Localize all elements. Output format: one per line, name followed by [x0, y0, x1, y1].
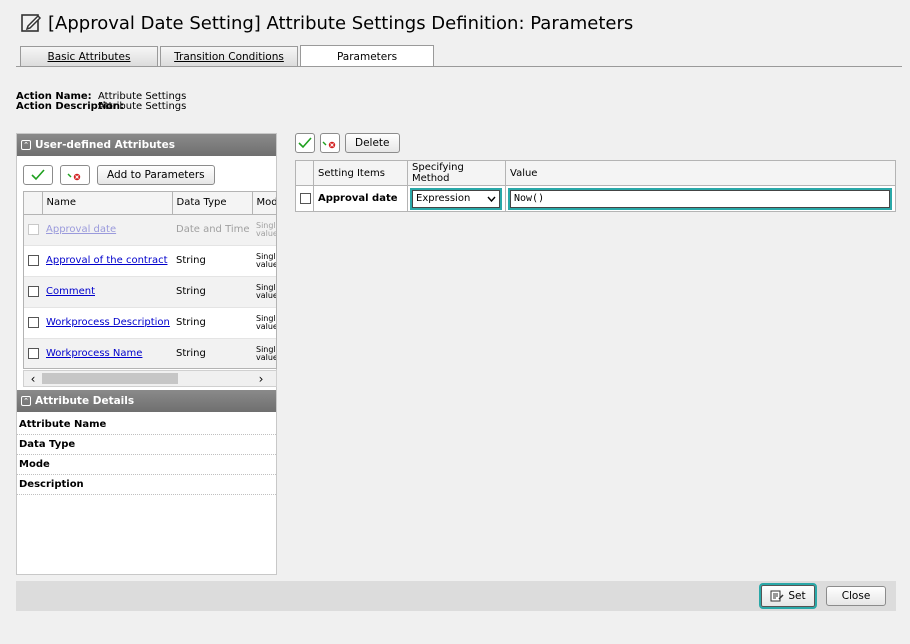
- action-description-value: Attribute Settings: [98, 101, 187, 112]
- add-to-parameters-button[interactable]: Add to Parameters: [97, 165, 215, 185]
- detail-data-type: Data Type: [17, 435, 276, 455]
- tab-transition-conditions[interactable]: Transition Conditions: [160, 46, 298, 66]
- user-attributes-header[interactable]: ⌃ User-defined Attributes: [17, 134, 276, 156]
- select-all-button[interactable]: [23, 165, 53, 185]
- edit-icon: [21, 14, 42, 32]
- column-header-setting-items[interactable]: Setting Items: [313, 160, 408, 186]
- scrollbar-thumb[interactable]: [42, 373, 178, 384]
- attribute-data-type: String: [172, 245, 252, 277]
- column-header-mode[interactable]: Mode: [252, 192, 276, 215]
- delete-button[interactable]: Delete: [345, 133, 400, 153]
- row-checkbox[interactable]: [28, 316, 39, 328]
- attribute-details-title: Attribute Details: [35, 395, 135, 407]
- table-row: Workprocess Name String Single value: [24, 338, 276, 368]
- scroll-left-icon[interactable]: ‹: [24, 372, 42, 386]
- attribute-details-header[interactable]: ⌃ Attribute Details: [17, 390, 276, 412]
- tab-bar: Basic Attributes Transition Conditions P…: [20, 45, 436, 67]
- user-attributes-title: User-defined Attributes: [35, 139, 175, 151]
- attribute-mode: Single value: [252, 245, 276, 277]
- set-icon: [770, 590, 784, 602]
- close-button[interactable]: Close: [826, 586, 886, 606]
- page-title: [Approval Date Setting] Attribute Settin…: [48, 12, 634, 34]
- horizontal-scrollbar[interactable]: ‹ ›: [23, 370, 277, 387]
- attribute-details-list: Attribute Name Data Type Mode Descriptio…: [17, 415, 276, 495]
- row-checkbox[interactable]: [300, 192, 311, 204]
- table-row: Workprocess Description String Single va…: [24, 307, 276, 339]
- column-header-data-type[interactable]: Data Type: [172, 192, 253, 215]
- parameters-toolbar: Delete: [295, 133, 400, 153]
- tab-divider: [16, 66, 902, 67]
- set-button[interactable]: Set: [759, 583, 817, 609]
- deselect-all-parameters-button[interactable]: [320, 133, 340, 153]
- attribute-data-type: String: [172, 338, 252, 368]
- attribute-name-link[interactable]: Approval of the contract: [46, 255, 168, 266]
- specifying-method-select[interactable]: Expression: [410, 187, 502, 210]
- detail-mode: Mode: [17, 455, 276, 475]
- setting-item: Approval date: [313, 185, 408, 212]
- value-input[interactable]: Now(): [508, 187, 892, 210]
- table-row: Approval date Expression Now(): [295, 185, 896, 212]
- detail-attribute-name: Attribute Name: [17, 415, 276, 435]
- table-row: Approval of the contract String Single v…: [24, 245, 276, 277]
- table-row: Approval date Date and Time Single value: [24, 214, 276, 246]
- row-checkbox: [28, 223, 39, 235]
- attribute-mode: Single value: [252, 276, 276, 308]
- collapse-icon[interactable]: ⌃: [21, 396, 31, 406]
- row-checkbox[interactable]: [28, 254, 39, 266]
- parameters-table: Setting Items Specifying Method Value Ap…: [295, 160, 896, 212]
- attribute-mode: Single value: [252, 214, 276, 246]
- uncheck-icon: [67, 173, 81, 181]
- attribute-data-type: String: [172, 307, 252, 339]
- attribute-mode: Single value: [252, 307, 276, 339]
- attribute-name-link[interactable]: Workprocess Name: [46, 348, 142, 359]
- column-header-name[interactable]: Name: [42, 192, 173, 215]
- attribute-data-type: Date and Time: [172, 214, 252, 246]
- attribute-name-link[interactable]: Workprocess Description: [46, 317, 170, 328]
- attribute-name-link: Approval date: [46, 224, 117, 235]
- collapse-icon[interactable]: ⌃: [21, 140, 31, 150]
- scroll-right-icon[interactable]: ›: [252, 372, 270, 386]
- column-header-specifying-method[interactable]: Specifying Method: [407, 160, 506, 186]
- action-info: Action Name: Attribute Settings Action D…: [16, 92, 186, 112]
- check-icon: [31, 169, 45, 181]
- user-attributes-toolbar: Add to Parameters: [17, 156, 276, 186]
- column-header-value[interactable]: Value: [505, 160, 896, 186]
- set-button-label: Set: [788, 590, 806, 602]
- row-checkbox[interactable]: [28, 347, 39, 359]
- check-icon: [298, 137, 312, 149]
- attribute-mode: Single value: [252, 338, 276, 368]
- user-attributes-table: Name Data Type Mode Approval date Date a…: [24, 192, 276, 368]
- row-checkbox[interactable]: [28, 285, 39, 297]
- user-attributes-table-wrap: Name Data Type Mode Approval date Date a…: [23, 191, 277, 369]
- page-title-bar: [Approval Date Setting] Attribute Settin…: [20, 10, 633, 36]
- user-attributes-panel: ⌃ User-defined Attributes Add to Paramet…: [16, 133, 277, 575]
- detail-description: Description: [17, 475, 276, 495]
- attribute-data-type: String: [172, 276, 252, 308]
- chevron-down-icon: [487, 196, 496, 202]
- table-row: Comment String Single value: [24, 276, 276, 308]
- tab-basic-attributes[interactable]: Basic Attributes: [20, 46, 158, 66]
- specifying-method-value: Expression: [416, 193, 471, 204]
- select-all-parameters-button[interactable]: [295, 133, 315, 153]
- action-description-label: Action Description:: [16, 101, 125, 112]
- tab-parameters[interactable]: Parameters: [300, 45, 434, 67]
- attribute-name-link[interactable]: Comment: [46, 286, 95, 297]
- uncheck-icon: [322, 141, 336, 149]
- deselect-all-button[interactable]: [60, 165, 90, 185]
